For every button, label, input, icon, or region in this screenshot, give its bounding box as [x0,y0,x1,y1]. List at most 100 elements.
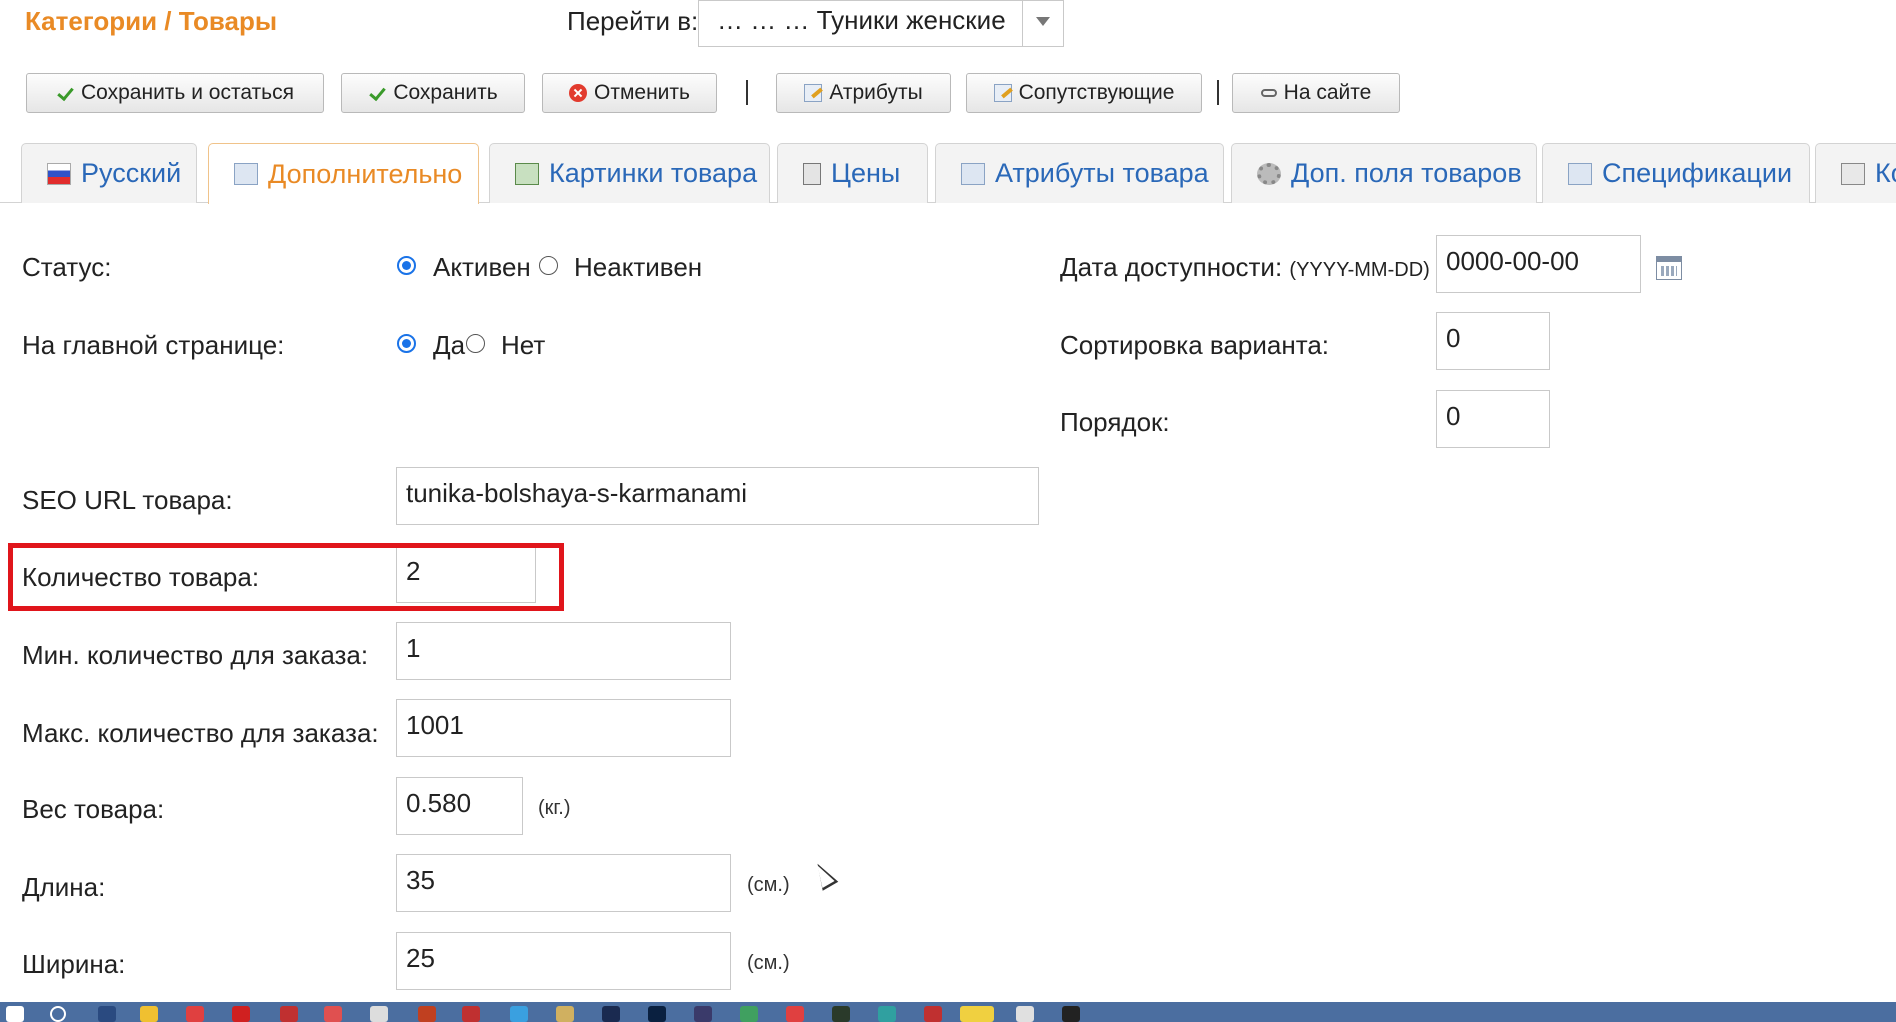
toolbar-divider [1217,80,1219,105]
length-label: Длина: [22,872,106,902]
app-icon[interactable] [1062,1006,1080,1022]
cancel-button[interactable]: Отменить [542,73,717,113]
related-products-label: Сопутствующие [1018,81,1175,104]
main-page-no-label[interactable]: Нет [501,330,545,361]
app-icon[interactable] [186,1006,204,1022]
edit-icon [993,84,1012,102]
status-inactive-radio[interactable] [539,256,558,275]
link-icon [1260,89,1277,97]
goto-category-select[interactable]: … … … Туники женские [698,0,1064,47]
app-icon[interactable] [370,1006,388,1022]
weight-input[interactable]: 0.580 [396,777,523,835]
seo-url-label: SEO URL товара: [22,485,233,515]
width-label: Ширина: [22,949,126,979]
tab-label: Доп. поля товаров [1291,158,1522,188]
availability-date-text: Дата доступности: [1060,252,1283,282]
tab-label: Русский [81,158,182,188]
tab-extra-fields[interactable]: Доп. поля товаров [1231,143,1537,203]
edit-icon [234,163,258,185]
min-order-label: Мин. количество для заказа: [22,640,369,670]
russia-flag-icon [47,162,71,185]
availability-date-input[interactable]: 0000-00-00 [1436,235,1641,293]
goto-selected-value: … … … Туники женские [717,5,1006,35]
opera-icon[interactable] [232,1006,250,1022]
view-on-site-button[interactable]: На сайте [1232,73,1400,113]
tab-specifications[interactable]: Спецификации [1542,143,1810,203]
cancel-icon [569,84,588,102]
edit-icon [804,84,823,102]
width-input[interactable]: 25 [396,932,731,990]
filezilla-icon[interactable] [924,1006,942,1022]
variant-sort-label: Сортировка варианта: [1060,330,1330,360]
tab-cut-off[interactable]: Ко [1815,143,1896,203]
app-icon[interactable] [462,1006,480,1022]
spec-icon [1568,162,1592,185]
check-icon [368,84,386,102]
app-icon[interactable] [832,1006,850,1022]
view-on-site-label: На сайте [1283,81,1372,104]
chrome-icon[interactable] [140,1006,158,1022]
breadcrumb[interactable]: Категории / Товары [25,6,277,37]
seo-url-input[interactable]: tunika-bolshaya-s-karmanami [396,467,1039,525]
terminal-icon[interactable] [878,1006,896,1022]
app-icon[interactable] [1016,1006,1034,1022]
app-icon[interactable] [786,1006,804,1022]
start-icon[interactable] [6,1006,24,1022]
min-order-input[interactable]: 1 [396,622,731,680]
tab-russian[interactable]: Русский [21,143,197,203]
search-icon[interactable] [50,1006,66,1022]
gear-icon [1257,162,1281,185]
attributes-label: Атрибуты [829,81,923,104]
calculator-icon [803,162,821,185]
save-label: Сохранить [393,81,498,104]
table-icon [961,162,985,185]
app-icon[interactable] [98,1006,116,1022]
lightroom-icon[interactable] [602,1006,620,1022]
attributes-button[interactable]: Атрибуты [776,73,951,113]
app-icon[interactable] [418,1006,436,1022]
tab-additional[interactable]: Дополнительно [208,143,479,204]
variant-sort-input[interactable]: 0 [1436,312,1550,370]
main-page-yes-label[interactable]: Да [433,330,465,361]
toolbar-divider [746,80,748,105]
save-button[interactable]: Сохранить [341,73,525,113]
length-input[interactable]: 35 [396,854,731,912]
status-inactive-label[interactable]: Неактивен [574,252,702,283]
telegram-icon[interactable] [960,1006,994,1022]
tab-product-images[interactable]: Картинки товара [489,143,770,203]
save-and-stay-button[interactable]: Сохранить и остаться [26,73,324,113]
order-input[interactable]: 0 [1436,390,1550,448]
calendar-icon[interactable] [1656,256,1682,280]
status-active-label[interactable]: Активен [433,252,531,283]
check-icon [56,84,74,102]
availability-date-label: Дата доступности: (YYYY-MM-DD) [1060,252,1430,283]
related-products-button[interactable]: Сопутствующие [966,73,1202,113]
app-icon[interactable] [280,1006,298,1022]
app-icon[interactable] [324,1006,342,1022]
max-order-label: Макс. количество для заказа: [22,718,379,748]
max-order-input[interactable]: 1001 [396,699,731,757]
status-label: Статус: [22,252,112,282]
basket-icon [1841,162,1865,185]
tab-prices[interactable]: Цены [777,143,928,203]
chevron-down-icon[interactable] [1022,1,1063,46]
tab-label: Цены [831,158,901,188]
cancel-label: Отменить [594,81,690,104]
order-label: Порядок: [1060,407,1170,437]
quantity-highlight-frame [8,543,564,611]
length-unit: (см.) [747,874,790,896]
app-icon[interactable] [694,1006,712,1022]
status-active-radio[interactable] [397,256,416,275]
app-icon[interactable] [740,1006,758,1022]
main-page-yes-radio[interactable] [397,334,416,353]
photoshop-icon[interactable] [648,1006,666,1022]
tab-label: Ко [1875,158,1896,188]
image-icon [515,162,539,185]
weight-unit: (кг.) [538,797,571,819]
main-page-label: На главной странице: [22,330,285,360]
app-icon[interactable] [556,1006,574,1022]
tab-product-attributes[interactable]: Атрибуты товара [935,143,1224,203]
width-unit: (см.) [747,952,790,974]
app-icon[interactable] [510,1006,528,1022]
main-page-no-radio[interactable] [466,334,485,353]
